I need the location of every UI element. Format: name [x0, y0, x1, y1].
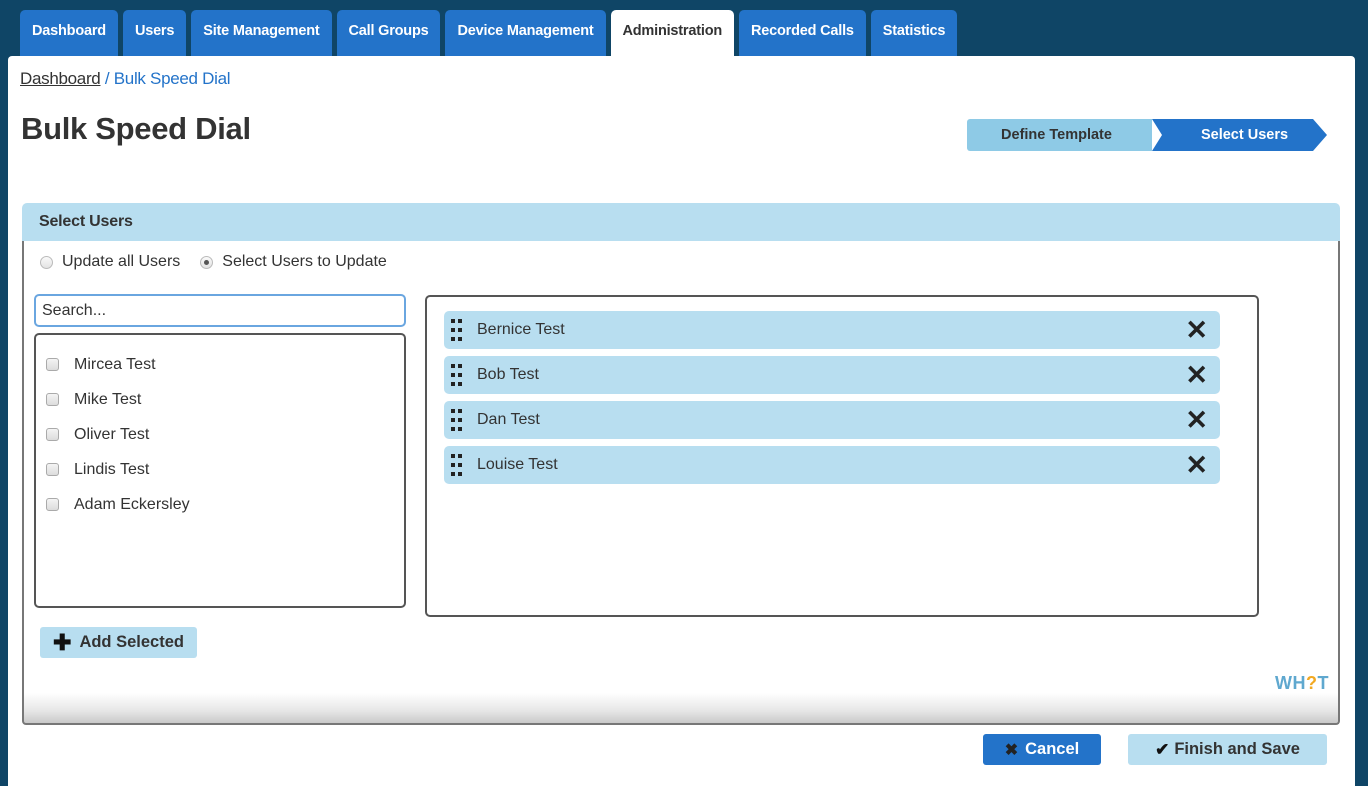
plus-icon: ✚ — [53, 629, 72, 655]
save-label: Finish and Save — [1174, 740, 1300, 758]
panel-title: Select Users — [22, 203, 1340, 241]
tab-call-groups[interactable]: Call Groups — [336, 10, 441, 57]
user-name: Oliver Test — [74, 425, 150, 443]
selected-user-item[interactable]: Bob Test ✕ — [444, 356, 1220, 394]
page-title: Bulk Speed Dial — [21, 111, 251, 146]
tab-users[interactable]: Users — [122, 10, 187, 57]
available-user-item[interactable]: Lindis Test — [36, 452, 404, 487]
selected-user-item[interactable]: Louise Test ✕ — [444, 446, 1220, 484]
drag-handle-icon[interactable] — [451, 407, 463, 433]
user-name: Mircea Test — [74, 355, 156, 373]
checkbox[interactable] — [46, 498, 59, 511]
selected-users-list: Bernice Test ✕ Bob Test ✕ Dan Test ✕ Lou… — [425, 295, 1259, 617]
cancel-icon: ✖ — [1004, 741, 1019, 759]
tab-administration[interactable]: Administration — [610, 10, 735, 58]
tab-statistics[interactable]: Statistics — [870, 10, 958, 57]
tab-site-management[interactable]: Site Management — [191, 10, 332, 57]
tab-recorded-calls[interactable]: Recorded Calls — [739, 10, 866, 57]
logo-mark: ? — [1306, 673, 1318, 693]
add-selected-label: Add Selected — [79, 633, 184, 651]
tab-device-management[interactable]: Device Management — [445, 10, 606, 57]
logo-text: WH — [1275, 673, 1306, 693]
available-user-item[interactable]: Mike Test — [36, 382, 404, 417]
radio-select-users-to-update[interactable]: Select Users to Update — [200, 253, 387, 271]
cancel-button[interactable]: ✖ Cancel — [983, 734, 1101, 765]
drag-handle-icon[interactable] — [451, 362, 463, 388]
check-icon: ✔ — [1155, 739, 1170, 759]
checkbox[interactable] — [46, 358, 59, 371]
breadcrumb-current: Bulk Speed Dial — [113, 69, 231, 88]
breadcrumb-home-link[interactable]: Dashboard — [20, 69, 101, 88]
brand-logo: WH?T — [1275, 673, 1329, 694]
checkbox[interactable] — [46, 428, 59, 441]
wizard-steps: Define Template Select Users — [967, 119, 1327, 151]
radio-button-checked-icon — [200, 255, 214, 269]
user-name: Louise Test — [477, 456, 558, 473]
checkbox[interactable] — [46, 463, 59, 476]
user-name: Bernice Test — [477, 321, 565, 338]
available-users-list: Mircea Test Mike Test Oliver Test Lindis… — [34, 333, 406, 608]
selected-user-item[interactable]: Dan Test ✕ — [444, 401, 1220, 439]
available-user-item[interactable]: Oliver Test — [36, 417, 404, 452]
cancel-label: Cancel — [1025, 740, 1080, 758]
main-nav-tabs: Dashboard Users Site Management Call Gro… — [20, 10, 958, 58]
radio-label: Select Users to Update — [222, 253, 387, 270]
available-user-item[interactable]: Mircea Test — [36, 347, 404, 382]
tab-dashboard[interactable]: Dashboard — [20, 10, 118, 57]
radio-update-all-users[interactable]: Update all Users — [40, 253, 180, 271]
wizard-step-define-template[interactable]: Define Template — [967, 119, 1152, 151]
remove-icon[interactable]: ✕ — [1185, 362, 1208, 389]
user-search-input[interactable] — [34, 294, 406, 327]
wizard-step-select-users: Select Users — [1152, 119, 1327, 151]
content-area: Dashboard / Bulk Speed Dial Bulk Speed D… — [8, 56, 1355, 786]
user-name: Mike Test — [74, 390, 142, 408]
breadcrumb-separator: / — [100, 69, 114, 88]
selected-user-item[interactable]: Bernice Test ✕ — [444, 311, 1220, 349]
user-name: Bob Test — [477, 366, 539, 383]
radio-button-icon — [40, 255, 53, 269]
logo-text: T — [1317, 673, 1329, 693]
select-users-panel: Select Users Update all Users Select Use… — [22, 203, 1340, 725]
drag-handle-icon[interactable] — [451, 317, 463, 343]
remove-icon[interactable]: ✕ — [1185, 317, 1208, 344]
remove-icon[interactable]: ✕ — [1185, 452, 1208, 479]
user-name: Lindis Test — [74, 460, 150, 478]
user-name: Dan Test — [477, 411, 540, 428]
panel-body: Update all Users Select Users to Update … — [22, 241, 1340, 725]
user-name: Adam Eckersley — [74, 495, 190, 513]
checkbox[interactable] — [46, 393, 59, 406]
radio-label: Update all Users — [62, 253, 181, 270]
remove-icon[interactable]: ✕ — [1185, 407, 1208, 434]
available-user-item[interactable]: Adam Eckersley — [36, 487, 404, 522]
drag-handle-icon[interactable] — [451, 452, 463, 478]
update-mode-radio-group: Update all Users Select Users to Update — [40, 253, 401, 271]
breadcrumb: Dashboard / Bulk Speed Dial — [20, 69, 231, 89]
add-selected-button[interactable]: ✚ Add Selected — [40, 627, 197, 658]
finish-and-save-button[interactable]: ✔ Finish and Save — [1128, 734, 1327, 765]
